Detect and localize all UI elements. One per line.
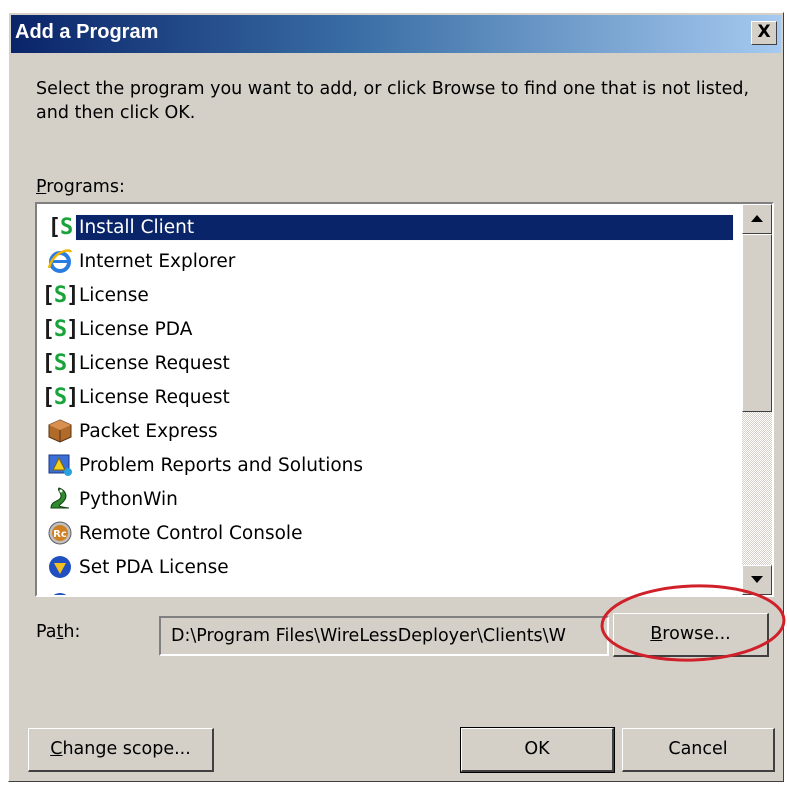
change-scope-mnemonic: C <box>50 739 63 759</box>
list-item[interactable]: Problem Reports and Solutions <box>45 448 733 482</box>
list-item[interactable]: [S] License PDA <box>41 312 733 346</box>
list-item-label: License <box>79 284 149 306</box>
list-item-label: Remote Control Console <box>79 522 303 544</box>
list-item[interactable]: PythonWin <box>45 482 733 516</box>
arrow-down-icon <box>751 576 763 583</box>
list-item-label: Internet Explorer <box>79 250 236 272</box>
programs-list: [S Install Client Internet Explorer [S] … <box>41 210 734 595</box>
window-title: Add a Program <box>15 21 159 43</box>
list-item[interactable]: Set PDA License <box>45 550 733 584</box>
ok-button[interactable]: OK <box>460 727 615 773</box>
browse-mnemonic: B <box>650 624 663 644</box>
python-icon <box>45 485 75 513</box>
title-bar[interactable]: Add a Program X <box>11 15 781 53</box>
list-item-label: Problem Reports and Solutions <box>79 454 364 476</box>
scroll-down-button[interactable] <box>742 565 772 595</box>
path-label-pre: Pa <box>36 622 57 642</box>
list-item-label: License Request <box>79 352 230 374</box>
list-item-label: Packet Express <box>79 420 218 442</box>
add-program-dialog: Add a Program X Select the program you w… <box>8 12 784 782</box>
list-item-label: PythonWin <box>79 488 178 510</box>
change-scope-button[interactable]: Change scope... <box>28 728 214 772</box>
s-bracket-icon: [S <box>47 214 74 240</box>
problem-reports-icon <box>45 451 75 479</box>
instructions-text: Select the program you want to add, or c… <box>36 79 750 123</box>
list-item[interactable]: Rc Remote Control Console <box>45 516 733 550</box>
svg-text:Rc: Rc <box>53 529 67 540</box>
package-icon <box>45 417 75 445</box>
arrow-up-icon <box>751 215 763 222</box>
s-bracket-icon: [S] <box>41 316 80 342</box>
list-item[interactable]: [S] License <box>41 278 733 312</box>
list-item-label: Install Client <box>75 213 734 241</box>
path-field[interactable]: D:\Program Files\WireLessDeployer\Client… <box>159 616 609 656</box>
rc-icon: Rc <box>45 519 75 547</box>
programs-label: Programs: <box>36 177 125 197</box>
programs-label-rest: rograms: <box>46 177 125 197</box>
list-item[interactable]: [S] License Request <box>41 380 733 414</box>
cancel-button[interactable]: Cancel <box>622 728 775 772</box>
list-item[interactable]: Internet Explorer <box>45 244 733 278</box>
scroll-up-button[interactable] <box>742 204 772 234</box>
scroll-thumb[interactable] <box>742 234 772 412</box>
s-bracket-icon: [S] <box>41 282 80 308</box>
list-item[interactable]: Packet Express <box>45 414 733 448</box>
s-bracket-icon: [S] <box>41 384 80 410</box>
close-button[interactable]: X <box>751 21 777 45</box>
browse-label: rowse... <box>662 624 731 644</box>
app-icon <box>45 587 75 595</box>
internet-explorer-icon <box>45 247 75 275</box>
list-item[interactable]: [S Install Client <box>45 210 734 244</box>
s-bracket-icon: [S] <box>41 350 80 376</box>
shield-icon <box>45 553 75 581</box>
change-scope-label: hange scope... <box>62 739 191 759</box>
list-item-partial[interactable] <box>45 584 733 595</box>
list-item[interactable]: [S] License Request <box>41 346 733 380</box>
list-item-label: License Request <box>79 386 230 408</box>
programs-label-mnemonic: P <box>36 177 47 197</box>
vertical-scrollbar[interactable] <box>742 204 772 595</box>
browse-button[interactable]: Browse... <box>613 613 769 657</box>
path-label-post: h: <box>63 622 81 642</box>
programs-listbox[interactable]: [S Install Client Internet Explorer [S] … <box>35 202 774 597</box>
list-item-label: Set PDA License <box>79 556 229 578</box>
list-item-label: License PDA <box>79 318 193 340</box>
path-label: Path: <box>36 622 80 642</box>
